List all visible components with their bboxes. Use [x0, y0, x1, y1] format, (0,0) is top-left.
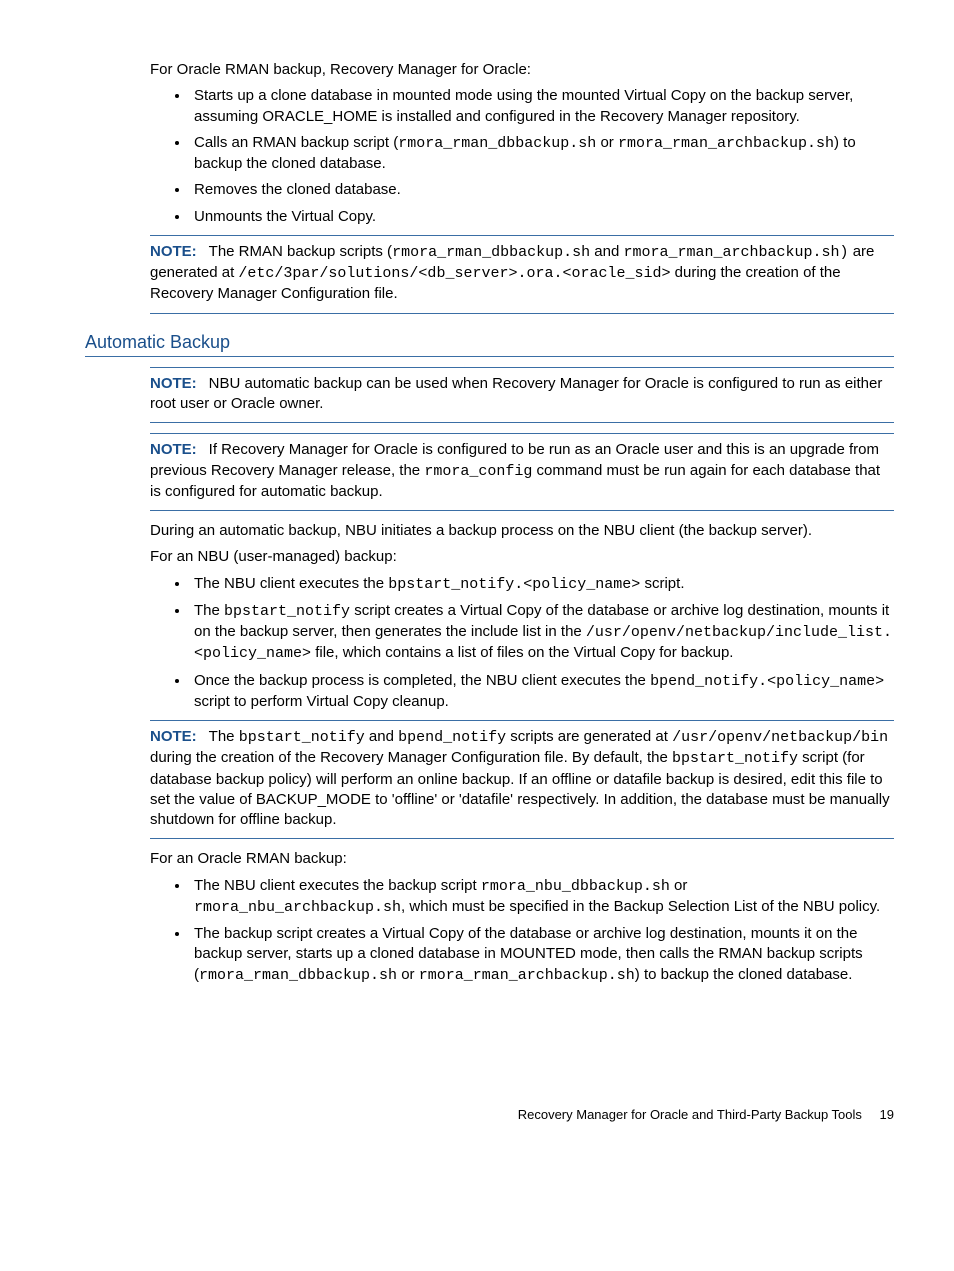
- text: Once the backup process is completed, th…: [194, 672, 650, 689]
- footer-text: Recovery Manager for Oracle and Third-Pa…: [518, 1107, 862, 1122]
- code: bpstart_notify: [239, 729, 365, 746]
- text: or: [670, 877, 688, 894]
- code: rmora_nbu_dbbackup.sh: [481, 878, 670, 895]
- note-label: NOTE:: [150, 243, 197, 260]
- note-box: NOTE:The RMAN backup scripts (rmora_rman…: [150, 235, 894, 314]
- note-box: NOTE: The bpstart_notify and bpend_notify…: [150, 720, 894, 839]
- page-content: For Oracle RMAN backup, Recovery Manager…: [150, 60, 894, 314]
- code: /usr/openv/netbackup/bin: [672, 729, 888, 746]
- list-item: Starts up a clone database in mounted mo…: [190, 86, 894, 127]
- text: during the creation of the Recovery Mana…: [150, 749, 672, 766]
- list-item: The NBU client executes the backup scrip…: [190, 876, 894, 919]
- code: bpstart_notify.<policy_name>: [388, 576, 640, 593]
- bullet-list-3: The NBU client executes the backup scrip…: [150, 876, 894, 986]
- text: script.: [640, 575, 684, 592]
- section-heading-automatic-backup: Automatic Backup: [85, 330, 894, 357]
- bullet-list-2: The NBU client executes the bpstart_noti…: [150, 574, 894, 713]
- list-item: Removes the cloned database.: [190, 180, 894, 200]
- section-content: NOTE:NBU automatic backup can be used wh…: [150, 367, 894, 986]
- text: and: [365, 728, 398, 745]
- text: scripts are generated at: [506, 728, 672, 745]
- note-label: NOTE:: [150, 728, 197, 745]
- code: rmora_rman_dbbackup.sh: [392, 244, 590, 261]
- list-item: Unmounts the Virtual Copy.: [190, 207, 894, 227]
- list-item: The bpstart_notify script creates a Virt…: [190, 601, 894, 665]
- code: rmora_config: [424, 463, 532, 480]
- body-para: During an automatic backup, NBU initiate…: [150, 521, 894, 541]
- code: rmora_rman_dbbackup.sh: [398, 135, 596, 152]
- bullet-list-1: Starts up a clone database in mounted mo…: [150, 86, 894, 227]
- code: rmora_rman_archbackup.sh: [618, 135, 834, 152]
- text: The NBU client executes the backup scrip…: [194, 877, 481, 894]
- page-footer: Recovery Manager for Oracle and Third-Pa…: [85, 1106, 894, 1124]
- code: rmora_rman_archbackup.sh): [623, 244, 848, 261]
- code: bpstart_notify: [672, 750, 798, 767]
- code: bpend_notify: [398, 729, 506, 746]
- intro-para: For Oracle RMAN backup, Recovery Manager…: [150, 60, 894, 80]
- note-box: NOTE:If Recovery Manager for Oracle is c…: [150, 433, 894, 511]
- text: file, which contains a list of files on …: [311, 644, 733, 661]
- code: /etc/3par/solutions/<db_server>.ora.<ora…: [238, 265, 670, 282]
- list-item: The NBU client executes the bpstart_noti…: [190, 574, 894, 595]
- text: , which must be specified in the Backup …: [401, 898, 880, 915]
- body-para: For an NBU (user-managed) backup:: [150, 547, 894, 567]
- text: or: [596, 134, 618, 151]
- code: bpend_notify.<policy_name>: [650, 673, 884, 690]
- text: script to perform Virtual Copy cleanup.: [194, 693, 449, 710]
- text: The: [209, 728, 239, 745]
- list-item: Once the backup process is completed, th…: [190, 671, 894, 713]
- text: The: [194, 602, 224, 619]
- code: rmora_rman_dbbackup.sh: [199, 967, 397, 984]
- text: and: [590, 243, 623, 260]
- body-para: For an Oracle RMAN backup:: [150, 849, 894, 869]
- code: rmora_nbu_archbackup.sh: [194, 899, 401, 916]
- note-label: NOTE:: [150, 375, 197, 392]
- note-box: NOTE:NBU automatic backup can be used wh…: [150, 367, 894, 424]
- list-item: The backup script creates a Virtual Copy…: [190, 924, 894, 986]
- note-label: NOTE:: [150, 441, 197, 458]
- text: ) to backup the cloned database.: [635, 966, 853, 983]
- list-item: Calls an RMAN backup script (rmora_rman_…: [190, 133, 894, 175]
- text: NBU automatic backup can be used when Re…: [150, 375, 882, 412]
- text: Calls an RMAN backup script (: [194, 134, 398, 151]
- text: The NBU client executes the: [194, 575, 388, 592]
- code: bpstart_notify: [224, 603, 350, 620]
- code: rmora_rman_archbackup.sh: [419, 967, 635, 984]
- text: The RMAN backup scripts (: [209, 243, 392, 260]
- text: or: [397, 966, 419, 983]
- page-number: 19: [880, 1107, 894, 1122]
